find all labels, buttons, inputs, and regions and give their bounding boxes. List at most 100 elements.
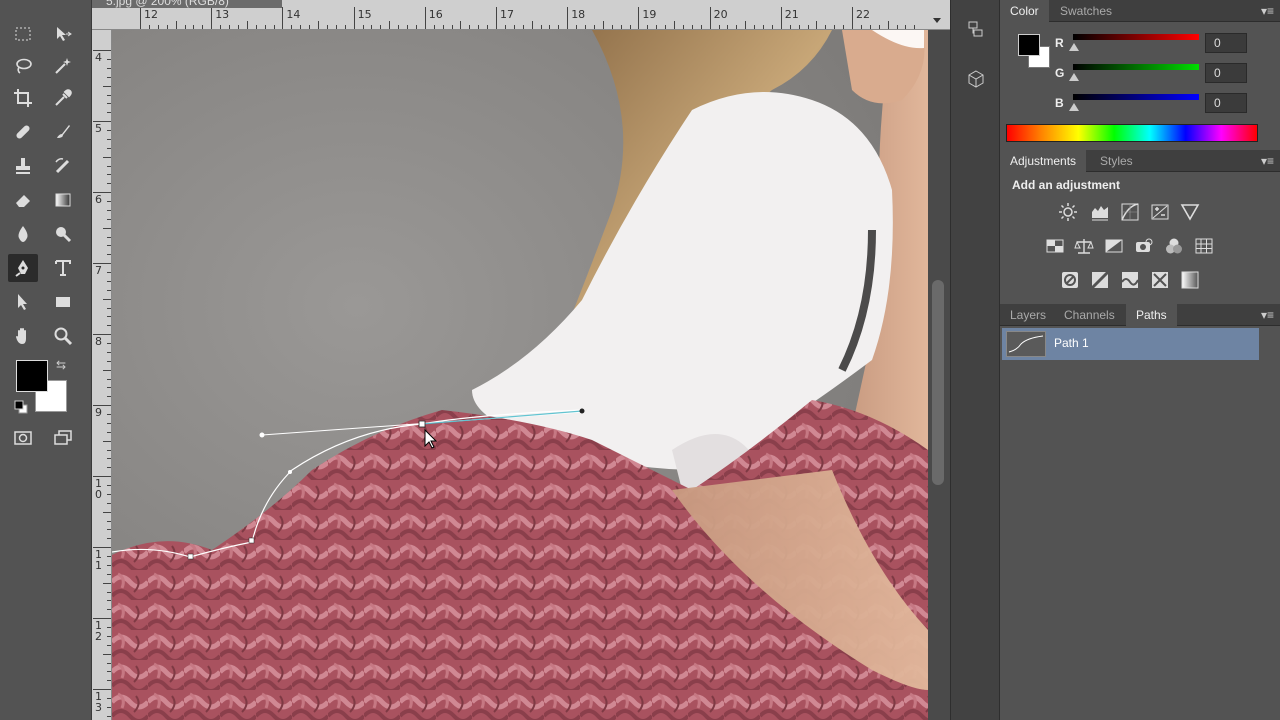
foreground-color-swatch[interactable] <box>16 360 48 392</box>
quick-mask-icon[interactable] <box>8 424 38 452</box>
hue-saturation-icon[interactable] <box>1045 236 1065 256</box>
eraser-tool-icon[interactable] <box>8 186 38 214</box>
eyedropper-tool-icon[interactable] <box>48 84 78 112</box>
ruler-tick <box>107 58 111 60</box>
color-panel-tabs: Color Swatches ▾≡ <box>1000 0 1280 22</box>
ruler-tick <box>282 7 284 29</box>
document-tab[interactable]: 5.jpg @ 200% (RGB/8) <box>92 0 282 8</box>
color-lookup-icon[interactable] <box>1194 236 1214 256</box>
rectangle-tool-icon[interactable] <box>48 288 78 316</box>
3d-panel-icon[interactable] <box>963 66 989 92</box>
color-panel-fg-swatch[interactable] <box>1018 34 1040 56</box>
ruler-tick <box>107 644 111 646</box>
type-tool-icon[interactable] <box>48 254 78 282</box>
history-brush-tool-icon[interactable] <box>48 152 78 180</box>
zoom-tool-icon[interactable] <box>48 322 78 350</box>
document-canvas[interactable] <box>112 30 928 720</box>
channel-g-slider[interactable] <box>1073 64 1199 70</box>
tab-adjustments[interactable]: Adjustments <box>1000 150 1087 172</box>
lasso-tool-icon[interactable] <box>8 52 38 80</box>
tab-layers[interactable]: Layers <box>1000 304 1056 326</box>
curves-icon[interactable] <box>1120 202 1140 222</box>
hand-tool-icon[interactable] <box>8 322 38 350</box>
channel-g-value[interactable]: 0 <box>1205 63 1247 83</box>
brightness-contrast-icon[interactable] <box>1058 202 1078 222</box>
channel-r-slider[interactable] <box>1073 34 1199 40</box>
tab-swatches[interactable]: Swatches <box>1050 0 1122 22</box>
tab-channels[interactable]: Channels <box>1054 304 1125 326</box>
default-colors-icon[interactable] <box>14 400 28 414</box>
panel-menu-icon[interactable]: ▾≡ <box>1261 154 1274 168</box>
photoshop-window: ⇆ 12 13 14 15 16 17 18 19 20 21 22 5.jpg @ 200% (R… <box>0 0 1280 720</box>
ruler-tick <box>107 413 111 415</box>
ruler-tick <box>229 25 230 29</box>
tab-paths[interactable]: Paths <box>1126 304 1177 326</box>
channel-r-value[interactable]: 0 <box>1205 33 1247 53</box>
channel-mixer-icon[interactable] <box>1164 236 1184 256</box>
tab-color[interactable]: Color <box>1000 0 1049 22</box>
ruler-tick <box>107 626 111 628</box>
brush-tool-icon[interactable] <box>48 118 78 146</box>
channel-b-value[interactable]: 0 <box>1205 93 1247 113</box>
swap-colors-icon[interactable]: ⇆ <box>56 358 70 372</box>
posterize-icon[interactable] <box>1090 270 1110 290</box>
blur-tool-icon[interactable] <box>8 220 38 248</box>
gradient-tool-icon[interactable] <box>48 186 78 214</box>
path-list-item[interactable]: Path 1 <box>1002 328 1259 360</box>
healing-brush-tool-icon[interactable] <box>8 118 38 146</box>
ruler-tick <box>107 245 111 247</box>
threshold-icon[interactable] <box>1120 270 1140 290</box>
crop-tool-icon[interactable] <box>8 84 38 112</box>
ruler-tick-label: 4 <box>95 51 102 64</box>
exposure-icon[interactable] <box>1150 202 1170 222</box>
channel-b-handle[interactable] <box>1069 103 1079 111</box>
ruler-tick-label: 1 0 <box>95 477 102 501</box>
ruler-tick <box>107 165 111 167</box>
path-selection-tool-icon[interactable] <box>8 288 38 316</box>
scrollbar-thumb[interactable] <box>932 280 944 485</box>
ruler-tick <box>107 112 111 114</box>
ruler-tick <box>789 25 791 29</box>
vertical-ruler: 4 5 6 7 8 9 1 0 1 1 1 2 1 3 <box>92 30 112 720</box>
levels-icon[interactable] <box>1090 202 1110 222</box>
ruler-tick <box>93 618 111 619</box>
photo-filter-icon[interactable] <box>1134 236 1154 256</box>
ruler-tick <box>442 25 444 29</box>
clone-stamp-tool-icon[interactable] <box>8 152 38 180</box>
pen-tool-icon[interactable] <box>8 254 38 282</box>
ruler-tick <box>674 21 675 29</box>
ruler-tick <box>107 609 111 611</box>
dodge-tool-icon[interactable] <box>48 220 78 248</box>
channel-b-slider[interactable] <box>1073 94 1199 100</box>
ruler-tick <box>107 209 111 211</box>
ruler-tick <box>103 85 111 87</box>
vibrance-icon[interactable] <box>1180 202 1200 222</box>
channel-g-handle[interactable] <box>1069 73 1079 81</box>
channel-r-handle[interactable] <box>1069 43 1079 51</box>
move-tool-icon[interactable] <box>48 20 78 48</box>
vertical-scrollbar[interactable] <box>928 30 950 720</box>
ruler-tick <box>852 7 853 29</box>
ruler-tick <box>887 21 889 29</box>
invert-icon[interactable] <box>1060 270 1080 290</box>
panel-menu-icon[interactable]: ▾≡ <box>1261 4 1274 18</box>
ruler-tick <box>318 21 319 29</box>
screen-mode-icon[interactable] <box>48 424 78 452</box>
magic-wand-tool-icon[interactable] <box>48 52 78 80</box>
tab-styles[interactable]: Styles <box>1090 150 1143 172</box>
selective-color-icon[interactable] <box>1150 270 1170 290</box>
rectangular-marquee-tool-icon[interactable] <box>8 20 38 48</box>
ruler-tick <box>93 334 111 335</box>
ruler-tick <box>107 671 111 673</box>
black-white-icon[interactable] <box>1104 236 1124 256</box>
ruler-tick <box>905 25 907 29</box>
ruler-tick <box>878 25 880 29</box>
gradient-map-icon[interactable] <box>1180 270 1200 290</box>
ruler-tick <box>353 7 355 29</box>
ruler-tick <box>763 25 764 29</box>
history-panel-icon[interactable] <box>963 16 989 42</box>
panel-menu-icon[interactable]: ▾≡ <box>1261 308 1274 322</box>
ruler-tick <box>93 263 111 264</box>
color-spectrum-ramp[interactable] <box>1006 124 1258 142</box>
color-balance-icon[interactable] <box>1074 236 1094 256</box>
